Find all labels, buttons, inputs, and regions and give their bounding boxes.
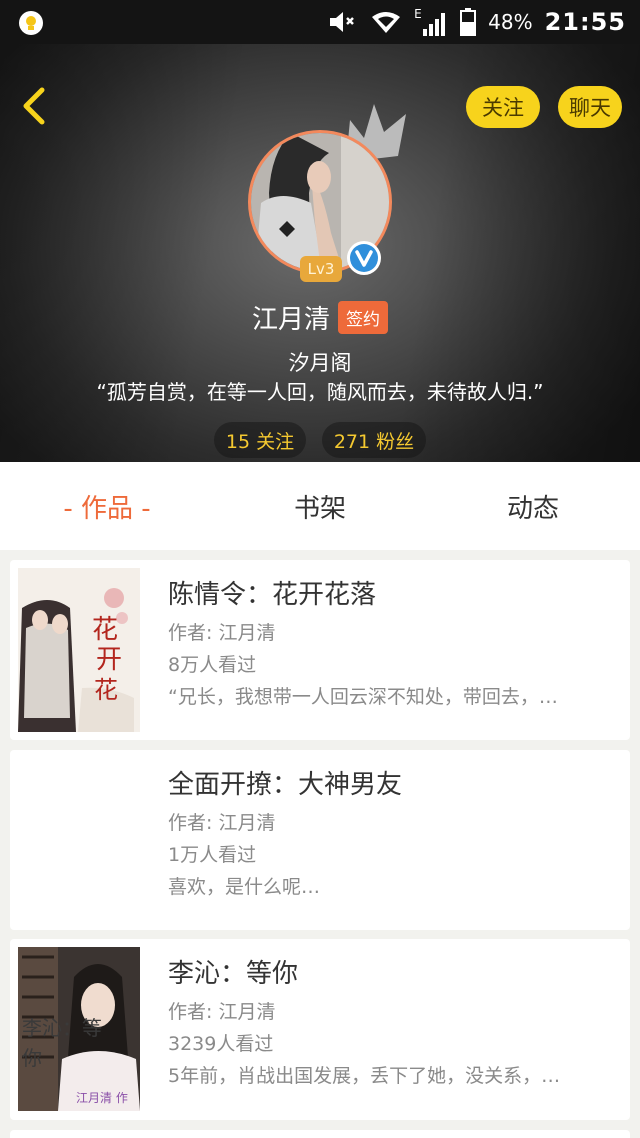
book-title: 李沁：等你 (168, 959, 299, 989)
cover-title-text: 李沁：等你 (22, 1016, 102, 1070)
book-description: “兄长，我想带一人回云深不知处，带回去，… (168, 686, 558, 708)
book-author: 作者: 江月清 (168, 1001, 276, 1023)
clock: 21:55 (544, 8, 626, 36)
battery-icon (460, 8, 477, 36)
book-description: 5年前，肖战出国发展，丢下了她，没关系，… (168, 1065, 561, 1087)
follow-button[interactable]: 关注 (466, 86, 540, 128)
signal-icon (423, 13, 446, 36)
mute-icon (330, 12, 355, 32)
lightbulb-app-icon (19, 11, 43, 35)
verified-icon (347, 241, 381, 275)
tab-activity[interactable]: 动态 (456, 462, 610, 550)
book-card[interactable]: 全面开撩：大神男友 作者: 江月清 1万人看过 喜欢，是什么呢… (10, 750, 630, 930)
book-card[interactable]: 李沁：等你 江月清 作 李沁：等你 作者: 江月清 3239人看过 5年前，肖战… (10, 939, 630, 1120)
level-badge: Lv3 (300, 256, 342, 282)
chevron-left-icon (23, 87, 45, 125)
book-cover: 花 开 花 (18, 568, 140, 732)
book-description: 喜欢，是什么呢… (168, 876, 321, 898)
group-name: 汐月阁 (288, 351, 352, 375)
tab-works[interactable]: - 作品 - (30, 462, 184, 550)
book-read-count: 8万人看过 (168, 654, 257, 676)
battery-percent: 48% (488, 10, 533, 34)
book-author: 作者: 江月清 (168, 812, 276, 834)
back-button[interactable] (14, 84, 54, 128)
book-title: 全面开撩：大神男友 (168, 770, 403, 800)
cover-byline-text: 江月清 作 (76, 1091, 128, 1105)
user-name: 江月清 (251, 304, 330, 335)
book-cover: 李沁：等你 江月清 作 (18, 947, 140, 1111)
profile-tabs: - 作品 - 书架 动态 (0, 462, 640, 550)
svg-text:花: 花 (94, 676, 118, 704)
book-read-count: 3239人看过 (168, 1033, 274, 1055)
signed-badge: 签约 (338, 300, 388, 334)
signal-indicator: E (414, 7, 448, 37)
wifi-icon (372, 12, 401, 33)
chat-button[interactable]: 聊天 (558, 86, 622, 128)
book-card[interactable] (10, 1130, 630, 1138)
svg-text:开: 开 (96, 645, 122, 675)
following-count-button[interactable]: 15 关注 (214, 422, 306, 458)
tab-bookshelf[interactable]: 书架 (244, 462, 396, 550)
profile-header: 关注 聊天 Lv3 江月清 签约 汐月阁 “孤芳自赏，在等一人回，随风而去，未待… (0, 44, 640, 462)
status-bar: E 48% 21:55 (0, 0, 640, 44)
fans-count-button[interactable]: 271 粉丝 (322, 422, 426, 458)
network-type-label: E (414, 7, 422, 21)
book-author: 作者: 江月清 (168, 622, 276, 644)
book-card[interactable]: 花 开 花 陈情令：花开花落 作者: 江月清 8万人看过 “兄长，我想带一人回云… (10, 560, 630, 740)
book-read-count: 1万人看过 (168, 844, 257, 866)
name-row: 江月清 签约 (0, 298, 640, 336)
profile-motto: “孤芳自赏，在等一人回，随风而去，未待故人归.” (96, 380, 544, 404)
book-title: 陈情令：花开花落 (168, 580, 377, 610)
svg-text:花: 花 (92, 615, 118, 645)
